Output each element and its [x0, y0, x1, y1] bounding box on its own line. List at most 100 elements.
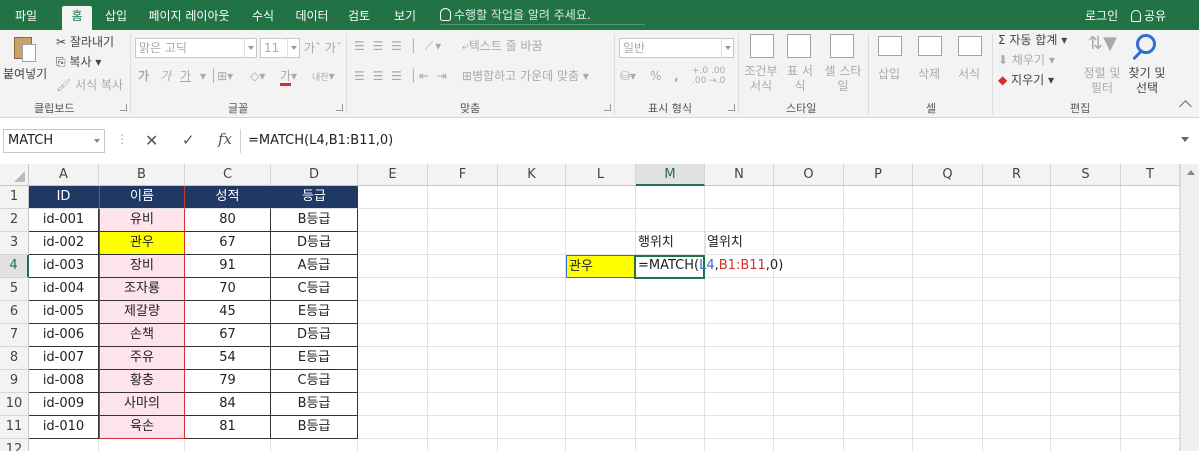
table-cell[interactable]: 관우 [99, 232, 185, 255]
cell-S5[interactable] [1051, 278, 1121, 301]
cell-O12[interactable] [774, 439, 844, 451]
table-cell[interactable]: id-005 [29, 301, 99, 324]
cell-R2[interactable] [983, 209, 1051, 232]
table-cell[interactable]: E등급 [271, 347, 358, 370]
italic-button[interactable]: 가 [160, 68, 171, 84]
cell-L5[interactable] [566, 278, 636, 301]
cell-R8[interactable] [983, 347, 1051, 370]
column-header-B[interactable]: B [99, 164, 185, 186]
cell-M5[interactable] [636, 278, 705, 301]
cell-S11[interactable] [1051, 416, 1121, 439]
cell-R11[interactable] [983, 416, 1051, 439]
cell-K5[interactable] [498, 278, 566, 301]
font-color-button[interactable]: 가▾ [280, 68, 297, 86]
cell-K9[interactable] [498, 370, 566, 393]
vertical-scrollbar[interactable] [1180, 164, 1199, 451]
cell-P3[interactable] [844, 232, 913, 255]
cell-K12[interactable] [498, 439, 566, 451]
number-format-select[interactable]: 일반 [619, 38, 734, 58]
formula-bar-grip[interactable]: ⋮ [116, 132, 128, 146]
insert-function-button[interactable]: fx [218, 130, 232, 148]
cell-P4[interactable] [844, 255, 913, 278]
table-cell[interactable]: D등급 [271, 232, 358, 255]
column-header-T[interactable]: T [1121, 164, 1180, 186]
cell-T2[interactable] [1121, 209, 1180, 232]
cell-T3[interactable] [1121, 232, 1180, 255]
clear-button[interactable]: ◆ 지우기 ▾ [998, 72, 1054, 88]
cell-F5[interactable] [428, 278, 498, 301]
cell-P10[interactable] [844, 393, 913, 416]
cell-R5[interactable] [983, 278, 1051, 301]
alignment-launcher-icon[interactable] [604, 104, 611, 111]
table-cell[interactable]: 80 [185, 209, 271, 232]
cell-F11[interactable] [428, 416, 498, 439]
cell-Q9[interactable] [913, 370, 983, 393]
cell-M3[interactable]: 행위치 [636, 232, 706, 255]
cell-F12[interactable] [428, 439, 498, 451]
cell-K10[interactable] [498, 393, 566, 416]
fill-button[interactable]: ⬇ 채우기 ▾ [998, 52, 1055, 68]
cell-L7[interactable] [566, 324, 636, 347]
cell-L8[interactable] [566, 347, 636, 370]
table-cell[interactable]: 84 [185, 393, 271, 416]
cancel-button[interactable]: ✕ [145, 131, 158, 150]
cell-N3[interactable]: 열위치 [705, 232, 774, 255]
cell-K2[interactable] [498, 209, 566, 232]
row-header-4[interactable]: 4 [0, 255, 29, 278]
cell-O9[interactable] [774, 370, 844, 393]
cell-K8[interactable] [498, 347, 566, 370]
cell-M6[interactable] [636, 301, 705, 324]
vertical-align-buttons[interactable]: ☰ ☰ ☰ │ ⟋▾ [354, 38, 443, 54]
cell-O1[interactable] [774, 186, 844, 209]
cell-F6[interactable] [428, 301, 498, 324]
cell-N10[interactable] [705, 393, 774, 416]
column-header-O[interactable]: O [774, 164, 844, 186]
cell-A12[interactable] [29, 439, 99, 451]
tab-insert[interactable]: 삽입 [98, 6, 134, 30]
tab-view[interactable]: 보기 [388, 6, 422, 30]
cell-L10[interactable] [566, 393, 636, 416]
cell-M9[interactable] [636, 370, 705, 393]
table-cell[interactable]: B등급 [271, 393, 358, 416]
cell-Q4[interactable] [913, 255, 983, 278]
table-cell[interactable]: 주유 [99, 347, 185, 370]
cell-T4[interactable] [1121, 255, 1180, 278]
table-cell[interactable]: 67 [185, 324, 271, 347]
cell-L9[interactable] [566, 370, 636, 393]
cell-E3[interactable] [358, 232, 428, 255]
row-header-3[interactable]: 3 [0, 232, 29, 255]
cell-E11[interactable] [358, 416, 428, 439]
cell-P7[interactable] [844, 324, 913, 347]
cell-R12[interactable] [983, 439, 1051, 451]
cell-E12[interactable] [358, 439, 428, 451]
column-header-K[interactable]: K [498, 164, 566, 186]
column-header-S[interactable]: S [1051, 164, 1121, 186]
cell-P8[interactable] [844, 347, 913, 370]
cell-D12[interactable] [271, 439, 358, 451]
cell-N7[interactable] [705, 324, 774, 347]
table-cell[interactable]: E등급 [271, 301, 358, 324]
clipboard-launcher-icon[interactable] [120, 104, 127, 111]
table-cell[interactable]: id-009 [29, 393, 99, 416]
column-header-R[interactable]: R [983, 164, 1051, 186]
column-header-F[interactable]: F [428, 164, 498, 186]
table-cell[interactable]: B등급 [271, 209, 358, 232]
table-cell[interactable]: id-006 [29, 324, 99, 347]
border-button[interactable]: ▾ │⊞▾ [200, 68, 233, 84]
cell-T6[interactable] [1121, 301, 1180, 324]
cell-Q3[interactable] [913, 232, 983, 255]
cell-B12[interactable] [99, 439, 185, 451]
cell-S3[interactable] [1051, 232, 1121, 255]
cell-F2[interactable] [428, 209, 498, 232]
comma-button[interactable]: , [674, 68, 679, 84]
cell-M11[interactable] [636, 416, 705, 439]
cell-R9[interactable] [983, 370, 1051, 393]
cell-N9[interactable] [705, 370, 774, 393]
column-header-N[interactable]: N [705, 164, 774, 186]
cell-O7[interactable] [774, 324, 844, 347]
cell-S7[interactable] [1051, 324, 1121, 347]
cell-L3[interactable] [566, 232, 636, 255]
table-cell[interactable]: A등급 [271, 255, 358, 278]
cell-Q6[interactable] [913, 301, 983, 324]
cell-M4-editing-formula[interactable]: =MATCH(L4,B1:B11,0) [636, 255, 816, 278]
